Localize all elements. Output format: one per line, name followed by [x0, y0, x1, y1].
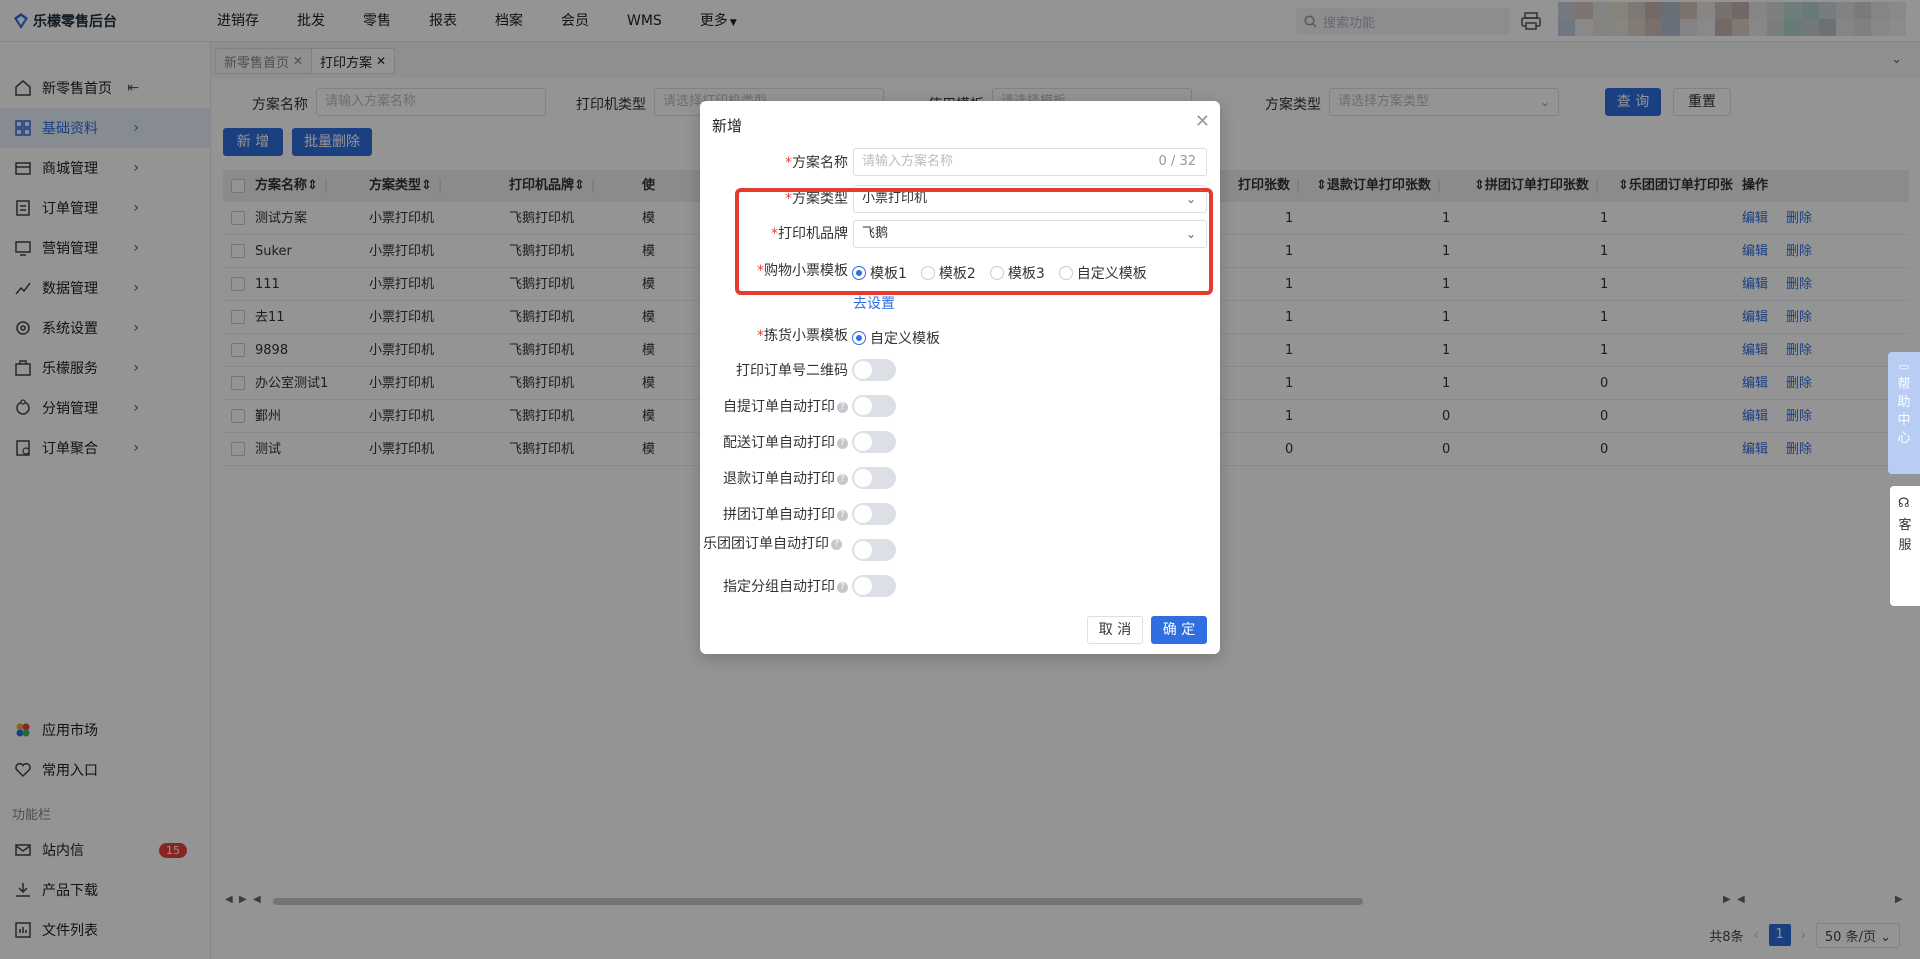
headset-icon: ☊	[1898, 496, 1910, 511]
help-question-icon[interactable]: ?	[837, 437, 848, 449]
help-center-button[interactable]: ▭ 帮助中心	[1888, 352, 1920, 474]
radio-label: 自定义模板	[870, 331, 940, 347]
field-name-label: *方案名称	[700, 153, 848, 173]
toggle-label: 退款订单自动打印?	[700, 469, 848, 489]
field-pick-template-text: 拣货小票模板	[764, 328, 848, 344]
toggle-label: 打印订单号二维码	[700, 361, 848, 381]
toggle-label: 自提订单自动打印?	[700, 397, 848, 417]
confirm-button[interactable]: 确 定	[1151, 616, 1207, 644]
help-question-icon[interactable]: ?	[831, 538, 842, 550]
auto-print-switch[interactable]	[852, 575, 896, 597]
cancel-button[interactable]: 取 消	[1087, 616, 1143, 644]
scheme-name-placeholder: 请输入方案名称	[862, 154, 954, 169]
auto-print-switch[interactable]	[852, 467, 896, 489]
help-center-label: 帮助中心	[1897, 377, 1911, 446]
toggle-label: 乐团团订单自动打印?	[700, 537, 842, 551]
customer-service-label: 客服	[1898, 518, 1912, 553]
toggle-label: 指定分组自动打印?	[700, 577, 848, 597]
scheme-name-input[interactable]: 请输入方案名称 0 / 32	[853, 148, 1207, 176]
help-chat-icon: ▭	[1898, 360, 1910, 373]
toggle-label-text: 指定分组自动打印	[723, 579, 835, 595]
field-name-label-text: 方案名称	[792, 155, 848, 171]
highlight-annotation-box	[735, 188, 1213, 295]
field-pick-template-label: *拣货小票模板	[700, 326, 848, 346]
help-question-icon[interactable]: ?	[837, 581, 848, 593]
char-counter: 0 / 32	[1158, 154, 1196, 169]
toggle-label-text: 配送订单自动打印	[723, 435, 835, 451]
auto-print-switch[interactable]	[852, 359, 896, 381]
radio-button[interactable]	[852, 331, 866, 345]
add-scheme-dialog: 新增 ✕ *方案名称 请输入方案名称 0 / 32 *方案类型 小票打印机 ⌄ *打…	[700, 101, 1220, 654]
auto-print-switch[interactable]	[852, 503, 896, 525]
go-settings-link[interactable]: 去设置	[853, 293, 895, 313]
toggle-label-text: 退款订单自动打印	[723, 471, 835, 487]
required-mark: *	[785, 155, 792, 171]
required-mark: *	[757, 328, 764, 344]
pick-template-radio-group: 自定义模板	[852, 328, 950, 348]
toggle-label-text: 自提订单自动打印	[723, 399, 835, 415]
toggle-label-text: 乐团团订单自动打印	[703, 536, 829, 552]
close-icon[interactable]: ✕	[1195, 111, 1210, 132]
toggle-label: 拼团订单自动打印?	[700, 505, 848, 525]
auto-print-switch[interactable]	[852, 431, 896, 453]
auto-print-switch[interactable]	[852, 539, 896, 561]
radio-pick-custom[interactable]: 自定义模板	[852, 328, 940, 348]
auto-print-switch[interactable]	[852, 395, 896, 417]
toggle-label-text: 打印订单号二维码	[736, 363, 848, 379]
toggle-label-text: 拼团订单自动打印	[723, 507, 835, 523]
customer-service-button[interactable]: ☊ 客服	[1890, 486, 1920, 606]
dialog-title: 新增	[712, 117, 743, 135]
help-question-icon[interactable]: ?	[837, 509, 848, 521]
help-question-icon[interactable]: ?	[837, 401, 848, 413]
help-question-icon[interactable]: ?	[837, 473, 848, 485]
toggle-label: 配送订单自动打印?	[700, 433, 848, 453]
